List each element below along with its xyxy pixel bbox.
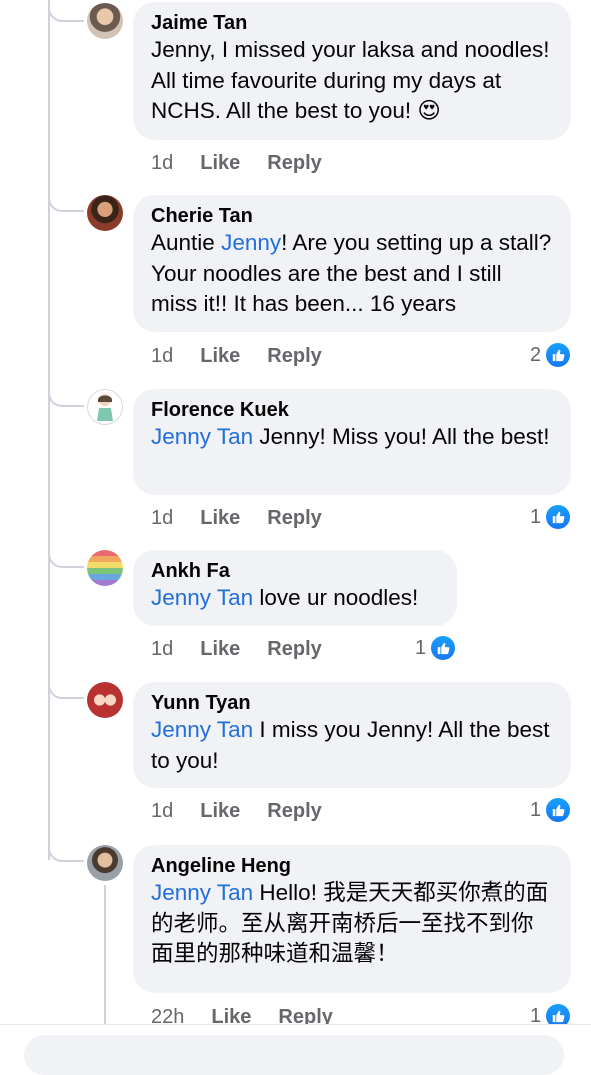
like-button[interactable]: Like <box>200 507 240 530</box>
thread-connector <box>48 385 84 407</box>
comment-text-body: love ur noodles! <box>253 585 419 610</box>
reaction-count[interactable]: 2 <box>530 341 573 369</box>
reaction-number: 1 <box>415 636 427 659</box>
comment-text-body: Jenny! Miss you! All the best! <box>253 424 550 449</box>
comment-timestamp[interactable]: 1d <box>151 152 173 175</box>
comment-author[interactable]: Ankh Fa <box>151 559 439 583</box>
comment-actions: 1d Like Reply <box>151 345 349 368</box>
thread-connector <box>48 677 84 699</box>
thread-connector <box>48 0 84 22</box>
comment-actions: 1d Like Reply <box>151 152 349 175</box>
reaction-count[interactable]: 1 <box>530 796 573 824</box>
comment-text: Jenny Tan Jenny! Miss you! All the best! <box>151 422 553 453</box>
reply-button[interactable]: Reply <box>267 800 321 823</box>
comment-actions: 1d Like Reply <box>151 507 349 530</box>
avatar[interactable] <box>87 195 123 231</box>
comment-author[interactable]: Yunn Tyan <box>151 691 553 715</box>
reaction-number: 1 <box>530 505 542 528</box>
comment-text: Jenny Tan I miss you Jenny! All the best… <box>151 715 553 776</box>
reaction-number: 1 <box>530 798 542 821</box>
avatar[interactable] <box>87 3 123 39</box>
comment-timestamp[interactable]: 1d <box>151 638 173 661</box>
mention-link[interactable]: Jenny Tan <box>151 880 253 905</box>
reply-button[interactable]: Reply <box>267 152 321 175</box>
reply-button[interactable]: Reply <box>267 638 321 661</box>
comment-author[interactable]: Florence Kuek <box>151 398 553 422</box>
comment-bubble: Cherie Tan Auntie Jenny! Are you setting… <box>133 195 571 332</box>
comment-bubble: Angeline Heng Jenny Tan Hello! 我是天天都买你煮的… <box>133 845 571 993</box>
mention-link[interactable]: Jenny Tan <box>151 717 253 742</box>
thread-line <box>48 0 50 860</box>
like-button[interactable]: Like <box>200 345 240 368</box>
comment-author[interactable]: Cherie Tan <box>151 204 553 228</box>
comment-timestamp[interactable]: 1d <box>151 507 173 530</box>
thread-connector <box>48 840 84 862</box>
comment-bubble: Jaime Tan Jenny, I missed your laksa and… <box>133 2 571 140</box>
like-button[interactable]: Like <box>200 152 240 175</box>
comment-composer-bar <box>0 1024 591 1075</box>
avatar[interactable] <box>87 682 123 718</box>
comment-text: Jenny, I missed your laksa and noodles! … <box>151 37 550 123</box>
avatar[interactable] <box>87 845 123 881</box>
mention-link[interactable]: Jenny <box>221 230 281 255</box>
like-thumb-icon <box>429 634 458 662</box>
thread-connector <box>48 546 84 568</box>
comment-text-prefix: Auntie <box>151 230 222 255</box>
like-thumb-icon <box>544 503 573 531</box>
comment-text: Jenny Tan love ur noodles! <box>151 583 439 614</box>
comment-timestamp[interactable]: 1d <box>151 800 173 823</box>
mention-link[interactable]: Jenny Tan <box>151 585 253 610</box>
thread-connector <box>48 190 84 212</box>
comment-author[interactable]: Jaime Tan <box>151 11 553 35</box>
comment-text: Auntie Jenny! Are you setting up a stall… <box>151 228 553 320</box>
cartoon-avatar-icon <box>97 394 113 421</box>
comment-actions: 1d Like Reply <box>151 800 349 823</box>
reaction-count[interactable]: 1 <box>415 634 458 662</box>
comment-bubble: Florence Kuek Jenny Tan Jenny! Miss you!… <box>133 389 571 495</box>
avatar[interactable] <box>87 550 123 586</box>
comment-text: Jenny Tan Hello! 我是天天都买你煮的面的老师。至从离开南桥后一至… <box>151 878 553 970</box>
comment-input[interactable] <box>24 1035 564 1075</box>
like-button[interactable]: Like <box>200 800 240 823</box>
reply-button[interactable]: Reply <box>267 507 321 530</box>
mention-link[interactable]: Jenny Tan <box>151 424 253 449</box>
avatar[interactable] <box>87 389 123 425</box>
comment-timestamp[interactable]: 1d <box>151 345 173 368</box>
like-button[interactable]: Like <box>200 638 240 661</box>
reaction-number: 2 <box>530 343 542 366</box>
reply-thread-line <box>104 885 106 1025</box>
reaction-count[interactable]: 1 <box>530 503 573 531</box>
comment-author[interactable]: Angeline Heng <box>151 854 553 878</box>
comment-bubble: Ankh Fa Jenny Tan love ur noodles! <box>133 550 457 626</box>
comment-bubble: Yunn Tyan Jenny Tan I miss you Jenny! Al… <box>133 682 571 788</box>
like-thumb-icon <box>544 341 573 369</box>
reply-button[interactable]: Reply <box>267 345 321 368</box>
like-thumb-icon <box>544 796 573 824</box>
comment-actions: 1d Like Reply <box>151 638 349 661</box>
